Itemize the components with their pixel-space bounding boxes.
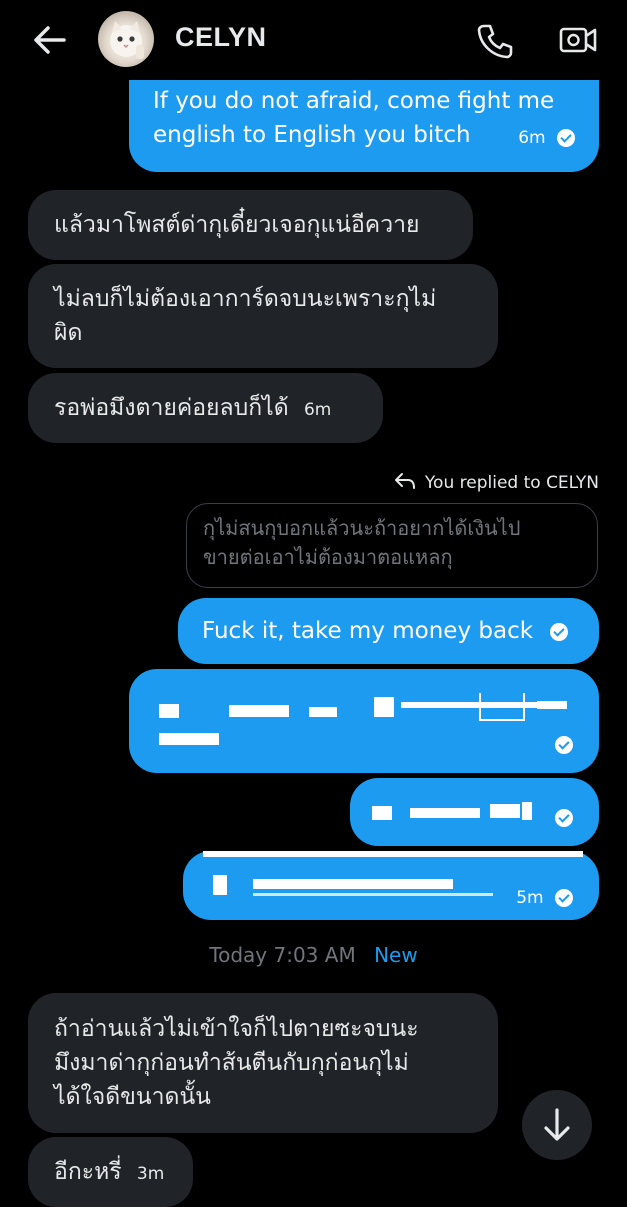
message-meta: 5m xyxy=(516,881,573,915)
separator-time: Today 7:03 AM xyxy=(209,943,356,967)
message-bubble-incoming[interactable]: อีกะหรี่ 3m xyxy=(28,1137,193,1207)
message-bubble-outgoing[interactable] xyxy=(350,778,599,846)
message-bubble-outgoing[interactable]: If you do not afraid, come fight me engl… xyxy=(129,80,599,172)
avatar[interactable] xyxy=(98,11,154,67)
message-bubble-incoming[interactable]: แล้วมาโพสต์ด่ากุเดี๋ยวเจอกุแน่อีควาย xyxy=(28,190,473,260)
message-time: 3m xyxy=(136,1164,165,1184)
phone-icon[interactable] xyxy=(474,20,514,60)
quoted-text: ขายต่อเอาไม่ต้องมาตอแหลกุ xyxy=(203,545,453,569)
check-icon xyxy=(555,809,573,827)
message-text: ถ้าอ่านแล้วไม่เข้าใจก็ไปตายซะจบนะ xyxy=(54,1016,419,1042)
check-icon xyxy=(555,889,573,907)
message-text: รอพ่อมึงตายค่อยลบก็ได้ xyxy=(54,395,289,421)
message-meta: 6m xyxy=(518,121,575,155)
date-separator: Today 7:03 AM New xyxy=(0,943,627,967)
message-bubble-incoming[interactable]: ไม่ลบก็ไม่ต้องเอาการ์ดจบนะเพราะกุไม่ ผิด xyxy=(28,264,498,368)
quoted-message[interactable]: กุไม่สนกุบอกแล้วนะถ้าอยากได้เงินไป ขายต่… xyxy=(186,503,598,588)
scroll-to-bottom-button[interactable] xyxy=(522,1090,592,1160)
message-bubble-outgoing[interactable] xyxy=(129,669,599,773)
message-text: Fuck it, take my money back xyxy=(202,618,534,644)
check-icon xyxy=(555,736,573,754)
arrow-left-icon[interactable] xyxy=(30,22,70,58)
message-text: english to English you bitch 6m xyxy=(153,118,575,152)
arrow-down-icon xyxy=(544,1108,570,1141)
message-text: ผิด xyxy=(54,320,83,346)
new-label: New xyxy=(374,943,418,967)
message-time: 6m xyxy=(303,400,332,420)
message-text: อีกะหรี่ xyxy=(54,1159,122,1185)
cat-avatar-icon xyxy=(110,21,144,59)
message-bubble-outgoing[interactable]: Fuck it, take my money back xyxy=(178,598,599,664)
message-bubble-incoming[interactable]: รอพ่อมึงตายค่อยลบก็ได้ 6m xyxy=(28,373,383,443)
check-icon xyxy=(557,129,575,147)
quoted-text: กุไม่สนกุบอกแล้วนะถ้าอยากได้เงินไป xyxy=(203,516,521,540)
reply-label: You replied to CELYN xyxy=(424,473,599,493)
message-text: ไม่ลบก็ไม่ต้องเอาการ์ดจบนะเพราะกุไม่ xyxy=(54,286,437,312)
message-bubble-incoming[interactable]: ถ้าอ่านแล้วไม่เข้าใจก็ไปตายซะจบนะ มึงมาด… xyxy=(28,993,498,1133)
message-text: มึงมาด่ากุก่อนทำส้นตีนกับกุก่อนกุไม่ xyxy=(54,1050,409,1076)
message-bubble-outgoing[interactable]: 5m xyxy=(183,851,599,920)
message-text: แล้วมาโพสต์ด่ากุเดี๋ยวเจอกุแน่อีควาย xyxy=(54,212,420,238)
check-icon xyxy=(550,622,569,641)
conversation-header: CELYN xyxy=(0,0,627,80)
message-text-line: english to English you bitch xyxy=(153,122,471,148)
video-camera-icon[interactable] xyxy=(558,20,598,60)
message-text: ได้ใจดีขนาดนั้น xyxy=(54,1084,211,1110)
message-time: 5m xyxy=(516,888,544,908)
message-time: 6m xyxy=(518,128,546,148)
page-title[interactable]: CELYN xyxy=(175,22,267,53)
reply-icon xyxy=(394,473,415,489)
reply-context: You replied to CELYN xyxy=(394,472,599,493)
message-text: If you do not afraid, come fight me xyxy=(153,88,555,114)
